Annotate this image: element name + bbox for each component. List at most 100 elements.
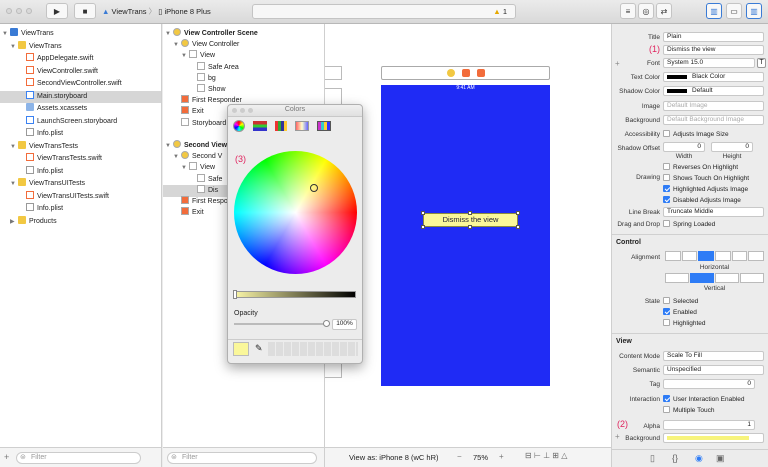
disclosure-triangle-icon[interactable]: ▼	[165, 140, 173, 152]
warning-indicator[interactable]: ▲ 1	[493, 7, 507, 16]
text-color-select[interactable]: Black Color	[663, 72, 764, 82]
sliders-tab-icon[interactable]	[253, 121, 267, 131]
resize-handle[interactable]	[468, 211, 472, 215]
align-center-icon[interactable]	[698, 251, 715, 261]
toggle-debug-button[interactable]: ▭	[726, 3, 742, 19]
storyboard-canvas[interactable]: 9:41 AM Dismiss the view View as: iPhone…	[325, 24, 611, 467]
disclosure-triangle-icon[interactable]: ▼	[10, 141, 18, 153]
line-break-select[interactable]: Truncate Middle	[663, 207, 764, 217]
shadow-color-select[interactable]: Default	[663, 86, 764, 96]
font-picker-icon[interactable]: T	[757, 58, 766, 68]
palettes-tab-icon[interactable]	[275, 121, 287, 131]
navigator-item[interactable]: ▼ ViewTrans	[0, 40, 161, 53]
disclosure-triangle-icon[interactable]: ▼	[173, 39, 181, 51]
view-as-label[interactable]: View as: iPhone 8 (wC hR)	[349, 453, 438, 462]
outline-item[interactable]: ▼ View Controller Scene	[163, 28, 324, 40]
activity-view[interactable]: ▲ 1	[252, 4, 516, 19]
zoom-out-button[interactable]: −	[457, 452, 462, 461]
editor-version-button[interactable]: ⇄	[656, 3, 672, 19]
outline-item[interactable]: Show	[163, 84, 324, 96]
opacity-field[interactable]: 100%	[332, 319, 357, 330]
font-field[interactable]: System 15.0	[663, 58, 755, 68]
navigator-item[interactable]: ▼ ViewTrans	[0, 28, 161, 40]
slider-knob[interactable]	[233, 290, 237, 299]
disclosure-triangle-icon[interactable]: ▼	[181, 50, 189, 62]
object-library-icon[interactable]: ◉	[695, 453, 703, 464]
align-middle-icon[interactable]	[690, 273, 714, 283]
navigator-item[interactable]: LaunchScreen.storyboard	[0, 115, 161, 128]
toggle-inspector-button[interactable]: ▥	[746, 3, 762, 19]
background-image-field[interactable]: Default Background Image	[663, 115, 764, 125]
resize-handle[interactable]	[468, 225, 472, 229]
shows-touch-checkbox[interactable]: Shows Touch On Highlight	[663, 174, 749, 183]
outline-filter-input[interactable]: ⊜ Filter	[167, 452, 317, 464]
image-palettes-tab-icon[interactable]	[295, 121, 309, 131]
multiple-touch-checkbox[interactable]: Multiple Touch	[663, 406, 714, 415]
spring-loaded-checkbox[interactable]: Spring Loaded	[663, 220, 715, 229]
navigator-item[interactable]: ViewTransTests.swift	[0, 153, 161, 165]
navigator-item[interactable]: Main.storyboard	[0, 90, 161, 103]
colors-panel[interactable]: Colors (3) Opacity 100% ✎	[227, 104, 363, 364]
canvas-tools-icons[interactable]: ⊟ ⊢ ⊥ ⊞ △	[525, 451, 567, 460]
background-color-select[interactable]	[663, 433, 764, 443]
editor-standard-button[interactable]: ≡	[620, 3, 636, 19]
vertical-alignment-control[interactable]	[665, 273, 764, 283]
tag-field[interactable]: 0	[663, 379, 755, 389]
align-fill-icon[interactable]	[715, 251, 731, 261]
toggle-navigator-button[interactable]: ▥	[706, 3, 722, 19]
navigator-item[interactable]: Info.plist	[0, 128, 161, 140]
second-view-controller-view[interactable]: 9:41 AM Dismiss the view	[381, 85, 550, 386]
title-style-select[interactable]: Plain	[663, 32, 764, 42]
semantic-select[interactable]: Unspecified	[663, 365, 764, 375]
navigator-item[interactable]: ▼ ViewTransTests	[0, 140, 161, 153]
scheme-selector[interactable]: ▲ ViewTrans 〉 ▯ iPhone 8 Plus	[102, 6, 211, 17]
media-library-icon[interactable]: ▣	[716, 453, 725, 464]
view-controller-icon[interactable]	[447, 69, 455, 77]
adjusts-image-size-checkbox[interactable]: Adjusts Image Size	[663, 130, 729, 139]
navigator-item[interactable]: ViewController.swift	[0, 65, 161, 78]
align-trailing-icon[interactable]	[748, 251, 765, 261]
highlighted-checkbox[interactable]: Highlighted	[663, 319, 706, 328]
pencils-tab-icon[interactable]	[317, 121, 331, 131]
resize-handle[interactable]	[421, 225, 425, 229]
stop-button[interactable]: ■	[74, 3, 96, 19]
navigator-item[interactable]: ViewTransUITests.swift	[0, 190, 161, 203]
color-wheel[interactable]	[234, 151, 357, 274]
navigator-item[interactable]: SecondViewController.swift	[0, 78, 161, 90]
opacity-slider[interactable]	[234, 320, 330, 327]
resize-handle[interactable]	[421, 211, 425, 215]
alpha-field[interactable]: 1	[663, 420, 755, 430]
disclosure-triangle-icon[interactable]: ▼	[181, 162, 189, 174]
navigator-item[interactable]: ▶ Products	[0, 215, 161, 228]
saved-swatches-grid[interactable]	[268, 342, 358, 356]
navigator-item[interactable]: Assets.xcassets	[0, 103, 161, 115]
user-interaction-checkbox[interactable]: User Interaction Enabled	[663, 395, 745, 404]
align-vfill-icon[interactable]	[740, 273, 764, 283]
eyedropper-icon[interactable]: ✎	[255, 343, 263, 354]
highlighted-adjusts-checkbox[interactable]: Highlighted Adjusts Image	[663, 185, 748, 194]
color-wheel-tab-icon[interactable]	[233, 120, 245, 132]
disclosure-triangle-icon[interactable]: ▼	[165, 28, 173, 40]
exit-icon[interactable]	[477, 69, 485, 77]
navigator-item[interactable]: Info.plist	[0, 203, 161, 215]
horizontal-alignment-control[interactable]	[665, 251, 765, 261]
resize-handle[interactable]	[516, 225, 520, 229]
slider-knob[interactable]	[323, 320, 330, 327]
first-responder-icon[interactable]	[462, 69, 470, 77]
title-text-field[interactable]: Dismiss the view	[663, 45, 764, 55]
align-bottom-icon[interactable]	[715, 273, 739, 283]
selected-checkbox[interactable]: Selected	[663, 297, 698, 306]
content-mode-select[interactable]: Scale To Fill	[663, 351, 764, 361]
disclosure-triangle-icon[interactable]: ▼	[173, 151, 181, 163]
outline-item[interactable]: Safe Area	[163, 61, 324, 74]
align-leading-icon[interactable]	[731, 251, 748, 261]
resize-handle[interactable]	[516, 211, 520, 215]
disabled-adjusts-checkbox[interactable]: Disabled Adjusts Image	[663, 196, 741, 205]
code-snippet-icon[interactable]: {}	[672, 453, 678, 463]
navigator-item[interactable]: Info.plist	[0, 165, 161, 178]
run-button[interactable]: ▶	[46, 3, 68, 19]
disclosure-triangle-icon[interactable]: ▼	[10, 41, 18, 53]
navigator-item[interactable]: AppDelegate.swift	[0, 53, 161, 65]
align-top-icon[interactable]	[665, 273, 689, 283]
current-color-swatch[interactable]	[233, 342, 249, 356]
